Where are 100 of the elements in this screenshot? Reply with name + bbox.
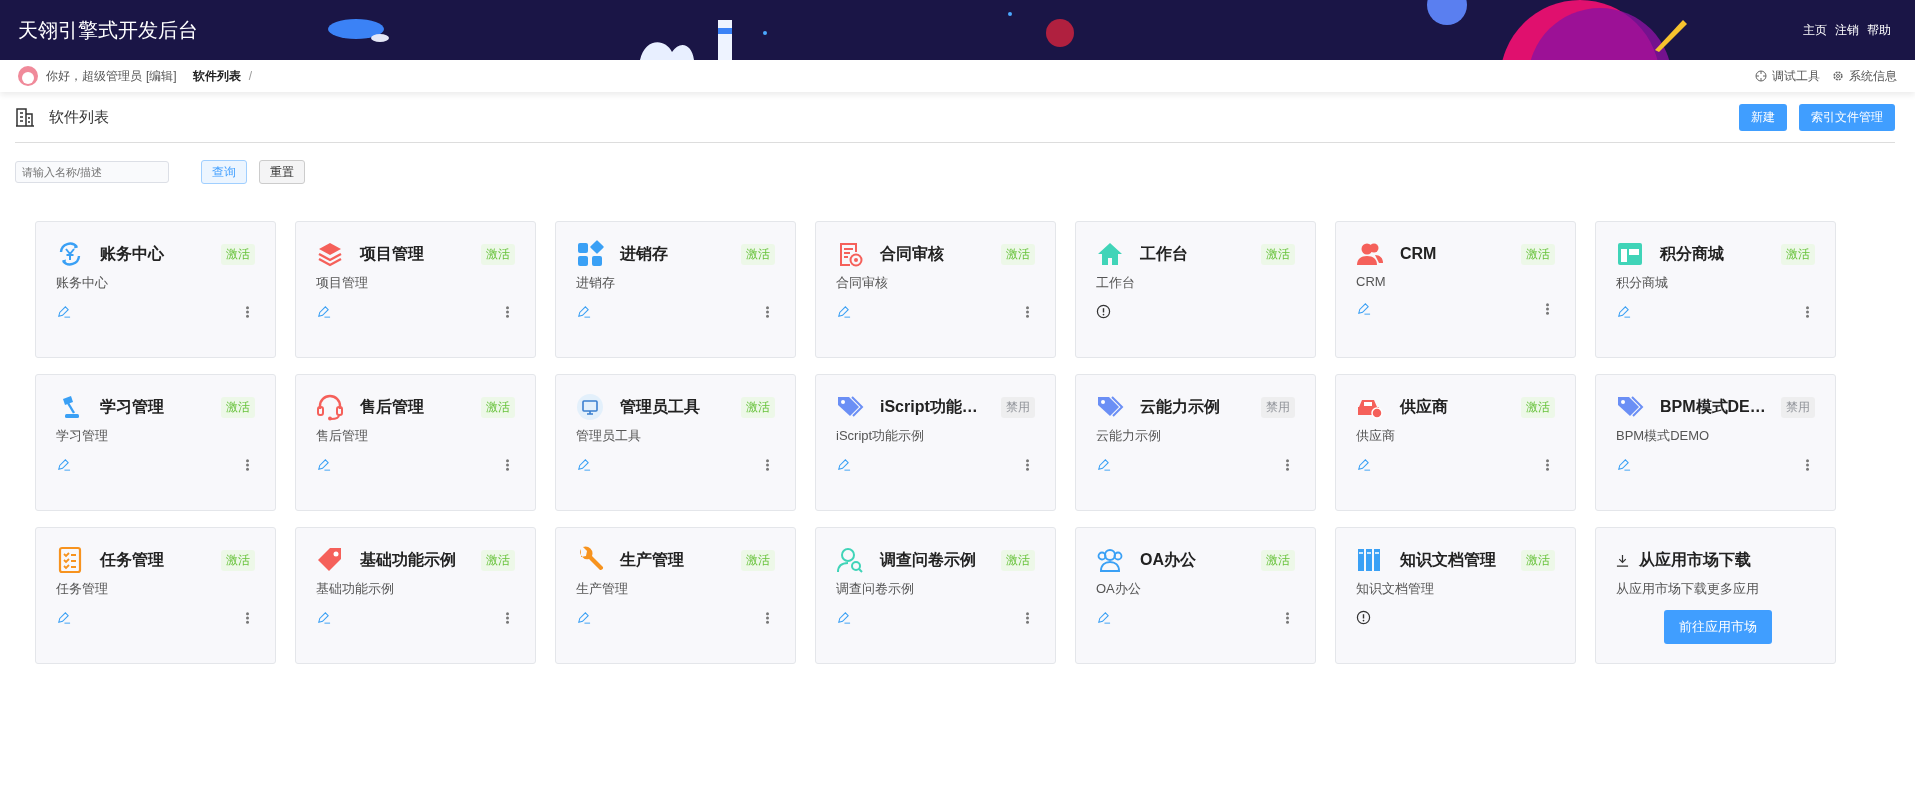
more-icon[interactable] [765, 610, 770, 625]
more-icon[interactable] [1025, 610, 1030, 625]
status-tag: 激活 [221, 549, 255, 571]
search-field[interactable]: 请输入名称/描述 [15, 161, 169, 183]
edit-link[interactable]: [编辑] [146, 67, 177, 85]
download-icon [1616, 553, 1629, 567]
app-card[interactable]: 供应商 激活 供应商 [1335, 374, 1576, 511]
app-description: 工作台 [1096, 274, 1136, 292]
pencil-icon[interactable] [576, 304, 591, 319]
more-icon[interactable] [1805, 304, 1810, 319]
app-name: 项目管理 [360, 243, 424, 264]
toolbar-link[interactable]: 系统信息 [1832, 67, 1897, 85]
app-description: 生产管理 [576, 580, 629, 598]
app-card[interactable]: 工作台 激活 工作台 [1075, 221, 1316, 358]
app-description: 任务管理 [56, 580, 109, 598]
more-icon[interactable] [245, 304, 250, 319]
app-card[interactable]: 学习管理 激活 学习管理 [35, 374, 276, 511]
app-description: 基础功能示例 [316, 580, 395, 598]
app-name: 学习管理 [100, 396, 164, 417]
pencil-icon[interactable] [316, 457, 331, 472]
market-description: 从应用市场下载更多应用 [1616, 580, 1760, 598]
status-tag: 激活 [1521, 549, 1555, 571]
more-icon[interactable] [1545, 301, 1550, 316]
status-tag: 激活 [741, 549, 775, 571]
app-name: OA办公 [1140, 549, 1196, 570]
building-icon [15, 107, 35, 127]
pencil-icon[interactable] [1096, 457, 1111, 472]
header-link[interactable]: 注销 [1835, 21, 1859, 39]
app-card[interactable]: BPM模式DE… 禁用 BPM模式DEMO [1595, 374, 1836, 511]
app-card[interactable]: 调查问卷示例 激活 调查问卷示例 [815, 527, 1056, 664]
more-icon[interactable] [1285, 610, 1290, 625]
pencil-icon[interactable] [836, 610, 851, 625]
app-card[interactable]: 进销存 激活 进销存 [555, 221, 796, 358]
more-icon[interactable] [1025, 457, 1030, 472]
more-icon[interactable] [245, 610, 250, 625]
app-name: 知识文档管理 [1400, 549, 1496, 570]
app-description: 项目管理 [316, 274, 369, 292]
app-card[interactable]: iScript功能… 禁用 iScript功能示例 [815, 374, 1056, 511]
pencil-icon[interactable] [1616, 304, 1631, 319]
pencil-icon[interactable] [56, 457, 71, 472]
pencil-icon[interactable] [1096, 610, 1111, 625]
more-icon[interactable] [505, 304, 510, 319]
status-tag: 激活 [1521, 396, 1555, 418]
more-icon[interactable] [505, 457, 510, 472]
toolbar-link[interactable]: 调试工具 [1755, 67, 1820, 85]
more-icon[interactable] [1545, 457, 1550, 472]
app-card[interactable]: 合同审核 激活 合同审核 [815, 221, 1056, 358]
app-card[interactable]: CRM 激活 CRM [1335, 221, 1576, 358]
app-name: 进销存 [620, 243, 668, 264]
pencil-icon[interactable] [56, 610, 71, 625]
more-icon[interactable] [1025, 304, 1030, 319]
app-name: 云能力示例 [1140, 396, 1220, 417]
more-icon[interactable] [1805, 457, 1810, 472]
app-name: 生产管理 [620, 549, 684, 570]
app-card[interactable]: 知识文档管理 激活 知识文档管理 [1335, 527, 1576, 664]
app-name: BPM模式DE… [1660, 396, 1766, 417]
more-icon[interactable] [765, 457, 770, 472]
breadcrumb-separator: / [248, 69, 252, 83]
status-tag: 激活 [481, 243, 515, 265]
more-icon[interactable] [1285, 457, 1290, 472]
market-title: 从应用市场下载 [1639, 549, 1751, 570]
settings-icon [1832, 70, 1844, 82]
header-link[interactable]: 帮助 [1867, 21, 1891, 39]
app-card[interactable]: 项目管理 激活 项目管理 [295, 221, 536, 358]
app-card[interactable]: 积分商城 激活 积分商城 [1595, 221, 1836, 358]
pencil-icon[interactable] [836, 304, 851, 319]
app-card[interactable]: 云能力示例 禁用 云能力示例 [1075, 374, 1316, 511]
headset-icon [316, 393, 344, 421]
status-tag: 激活 [1261, 243, 1295, 265]
more-icon[interactable] [505, 610, 510, 625]
reset-button[interactable]: 重置 [259, 160, 305, 184]
pencil-icon[interactable] [836, 457, 851, 472]
app-name: 供应商 [1400, 396, 1448, 417]
pencil-icon[interactable] [576, 610, 591, 625]
status-tag: 激活 [481, 549, 515, 571]
more-icon[interactable] [245, 457, 250, 472]
app-card[interactable]: 基础功能示例 激活 基础功能示例 [295, 527, 536, 664]
app-description: 知识文档管理 [1356, 580, 1435, 598]
pencil-icon[interactable] [1356, 457, 1371, 472]
pencil-icon[interactable] [56, 304, 71, 319]
pencil-icon[interactable] [1616, 457, 1631, 472]
pencil-icon[interactable] [1356, 301, 1371, 316]
pencil-icon[interactable] [576, 457, 591, 472]
app-card[interactable]: 生产管理 激活 生产管理 [555, 527, 796, 664]
checklist-icon [56, 546, 84, 574]
monitor-icon [576, 393, 604, 421]
app-card[interactable]: 管理员工具 激活 管理员工具 [555, 374, 796, 511]
pencil-icon[interactable] [316, 610, 331, 625]
app-description: 学习管理 [56, 427, 109, 445]
app-description: 管理员工具 [576, 427, 642, 445]
app-card[interactable]: 账务中心 激活 账务中心 [35, 221, 276, 358]
greeting-text: 你好，超级管理员 [46, 67, 142, 85]
more-icon[interactable] [765, 304, 770, 319]
app-card[interactable]: 任务管理 激活 任务管理 [35, 527, 276, 664]
pencil-icon[interactable] [316, 304, 331, 319]
app-description: 供应商 [1356, 427, 1396, 445]
app-card[interactable]: OA办公 激活 OA办公 [1075, 527, 1316, 664]
header-link[interactable]: 主页 [1803, 21, 1827, 39]
app-card[interactable]: 售后管理 激活 售后管理 [295, 374, 536, 511]
app-name: 合同审核 [880, 243, 944, 264]
